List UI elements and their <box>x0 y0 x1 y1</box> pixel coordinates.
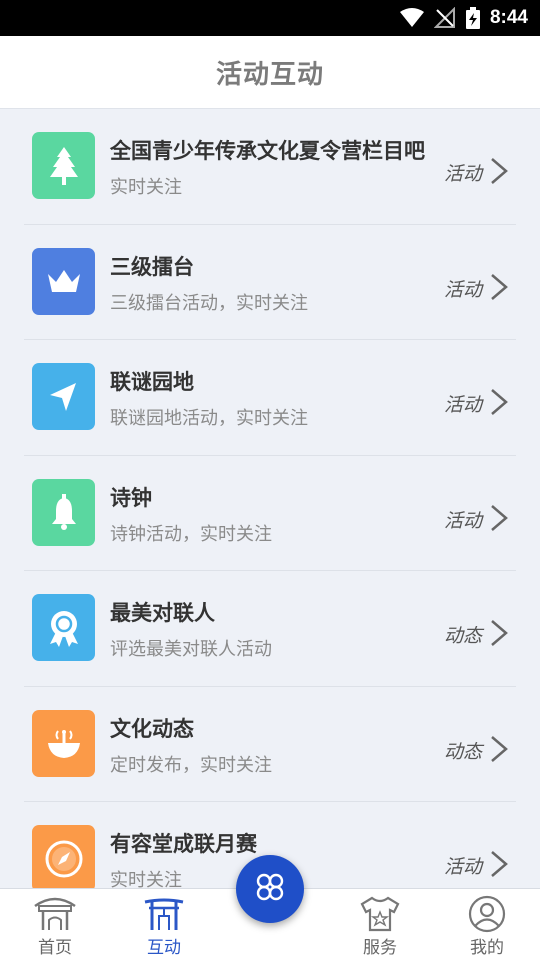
page-title: 活动互动 <box>215 59 324 90</box>
chevron-right-icon <box>488 157 510 189</box>
wifi-icon <box>399 8 424 28</box>
list-item-subtitle: 定时发布，实时关注 <box>110 754 272 776</box>
status-time: 8:44 <box>489 7 528 28</box>
list-item-tile <box>32 247 95 315</box>
pavilion-icon <box>143 895 185 933</box>
bell-icon <box>51 493 77 531</box>
navigation-arrow-icon <box>48 381 80 413</box>
list-item-tile <box>32 132 95 199</box>
crown-icon <box>46 268 82 294</box>
nav-item-home[interactable]: 首页 <box>10 889 100 960</box>
center-action-button[interactable] <box>236 855 304 923</box>
list-item[interactable]: 三级擂台 三级擂台活动，实时关注 活动 <box>24 225 516 340</box>
list-item-title: 联谜园地 <box>110 370 194 394</box>
nav-label: 服务 <box>363 938 397 958</box>
list-item-subtitle: 实时关注 <box>110 177 182 198</box>
list-item-tile <box>32 363 95 430</box>
activity-list[interactable]: 全国青少年传承文化夏令营栏目吧 实时关注 活动 三级擂台 三级擂台活动，实时关注… <box>0 109 540 888</box>
broadcast-bowl-icon <box>46 725 82 761</box>
list-item[interactable]: 诗钟 诗钟活动，实时关注 活动 <box>24 456 516 571</box>
list-item-title: 有容堂成联月赛 <box>110 832 257 856</box>
list-item-title: 诗钟 <box>110 485 152 510</box>
battery-charging-icon <box>465 7 480 29</box>
chevron-right-icon <box>488 388 510 420</box>
list-item-subtitle: 三级擂台活动，实时关注 <box>110 292 308 314</box>
list-item-tag: 动态 <box>443 625 482 647</box>
list-item[interactable]: 联谜园地 联谜园地活动，实时关注 活动 <box>24 340 516 456</box>
home-gate-icon <box>33 895 77 933</box>
nav-label: 我的 <box>470 938 504 958</box>
list-item[interactable]: 最美对联人 评选最美对联人活动 动态 <box>24 571 516 687</box>
list-item-subtitle: 联谜园地活动，实时关注 <box>110 408 308 429</box>
chevron-right-icon <box>488 735 510 767</box>
tree-icon <box>47 145 81 187</box>
status-icons: 8:44 <box>399 0 528 36</box>
nav-label: 互动 <box>147 938 181 958</box>
list-item-tile <box>32 594 95 661</box>
list-item-title: 文化动态 <box>110 716 194 741</box>
list-item[interactable]: 全国青少年传承文化夏令营栏目吧 实时关注 活动 <box>24 109 516 225</box>
service-shirt-icon <box>359 895 401 933</box>
profile-icon <box>467 895 507 933</box>
list-item-tag: 活动 <box>443 394 482 416</box>
list-item-tag: 活动 <box>443 278 482 301</box>
list-item-title: 最美对联人 <box>110 601 215 625</box>
nav-label: 首页 <box>38 938 72 958</box>
list-item-tag: 活动 <box>443 509 482 532</box>
list-item-subtitle: 实时关注 <box>110 870 182 888</box>
award-ribbon-icon <box>47 608 81 648</box>
list-item-tile <box>32 709 95 777</box>
list-item-tile <box>32 825 95 888</box>
no-signal-icon <box>433 7 456 29</box>
clover-icon <box>255 872 285 906</box>
nav-item-service[interactable]: 服务 <box>335 889 425 960</box>
compass-icon <box>45 840 83 878</box>
list-item-title: 全国青少年传承文化夏令营栏目吧 <box>110 139 425 163</box>
list-item-subtitle: 诗钟活动，实时关注 <box>110 523 272 545</box>
nav-item-mine[interactable]: 我的 <box>442 889 532 960</box>
chevron-right-icon <box>488 273 510 305</box>
list-item-subtitle: 评选最美对联人活动 <box>110 639 272 660</box>
list-item-tag: 动态 <box>443 740 482 763</box>
chevron-right-icon <box>488 504 510 536</box>
list-item-tag: 活动 <box>443 856 482 878</box>
list-item[interactable]: 文化动态 定时发布，实时关注 动态 <box>24 687 516 802</box>
status-bar: 8:44 <box>0 0 540 36</box>
nav-item-interact[interactable]: 互动 <box>119 889 209 960</box>
list-item-tag: 活动 <box>443 163 482 185</box>
app-header: 活动互动 <box>0 36 540 109</box>
chevron-right-icon <box>488 619 510 651</box>
list-item-tile <box>32 478 95 546</box>
list-item-title: 三级擂台 <box>110 254 194 279</box>
chevron-right-icon <box>488 850 510 882</box>
